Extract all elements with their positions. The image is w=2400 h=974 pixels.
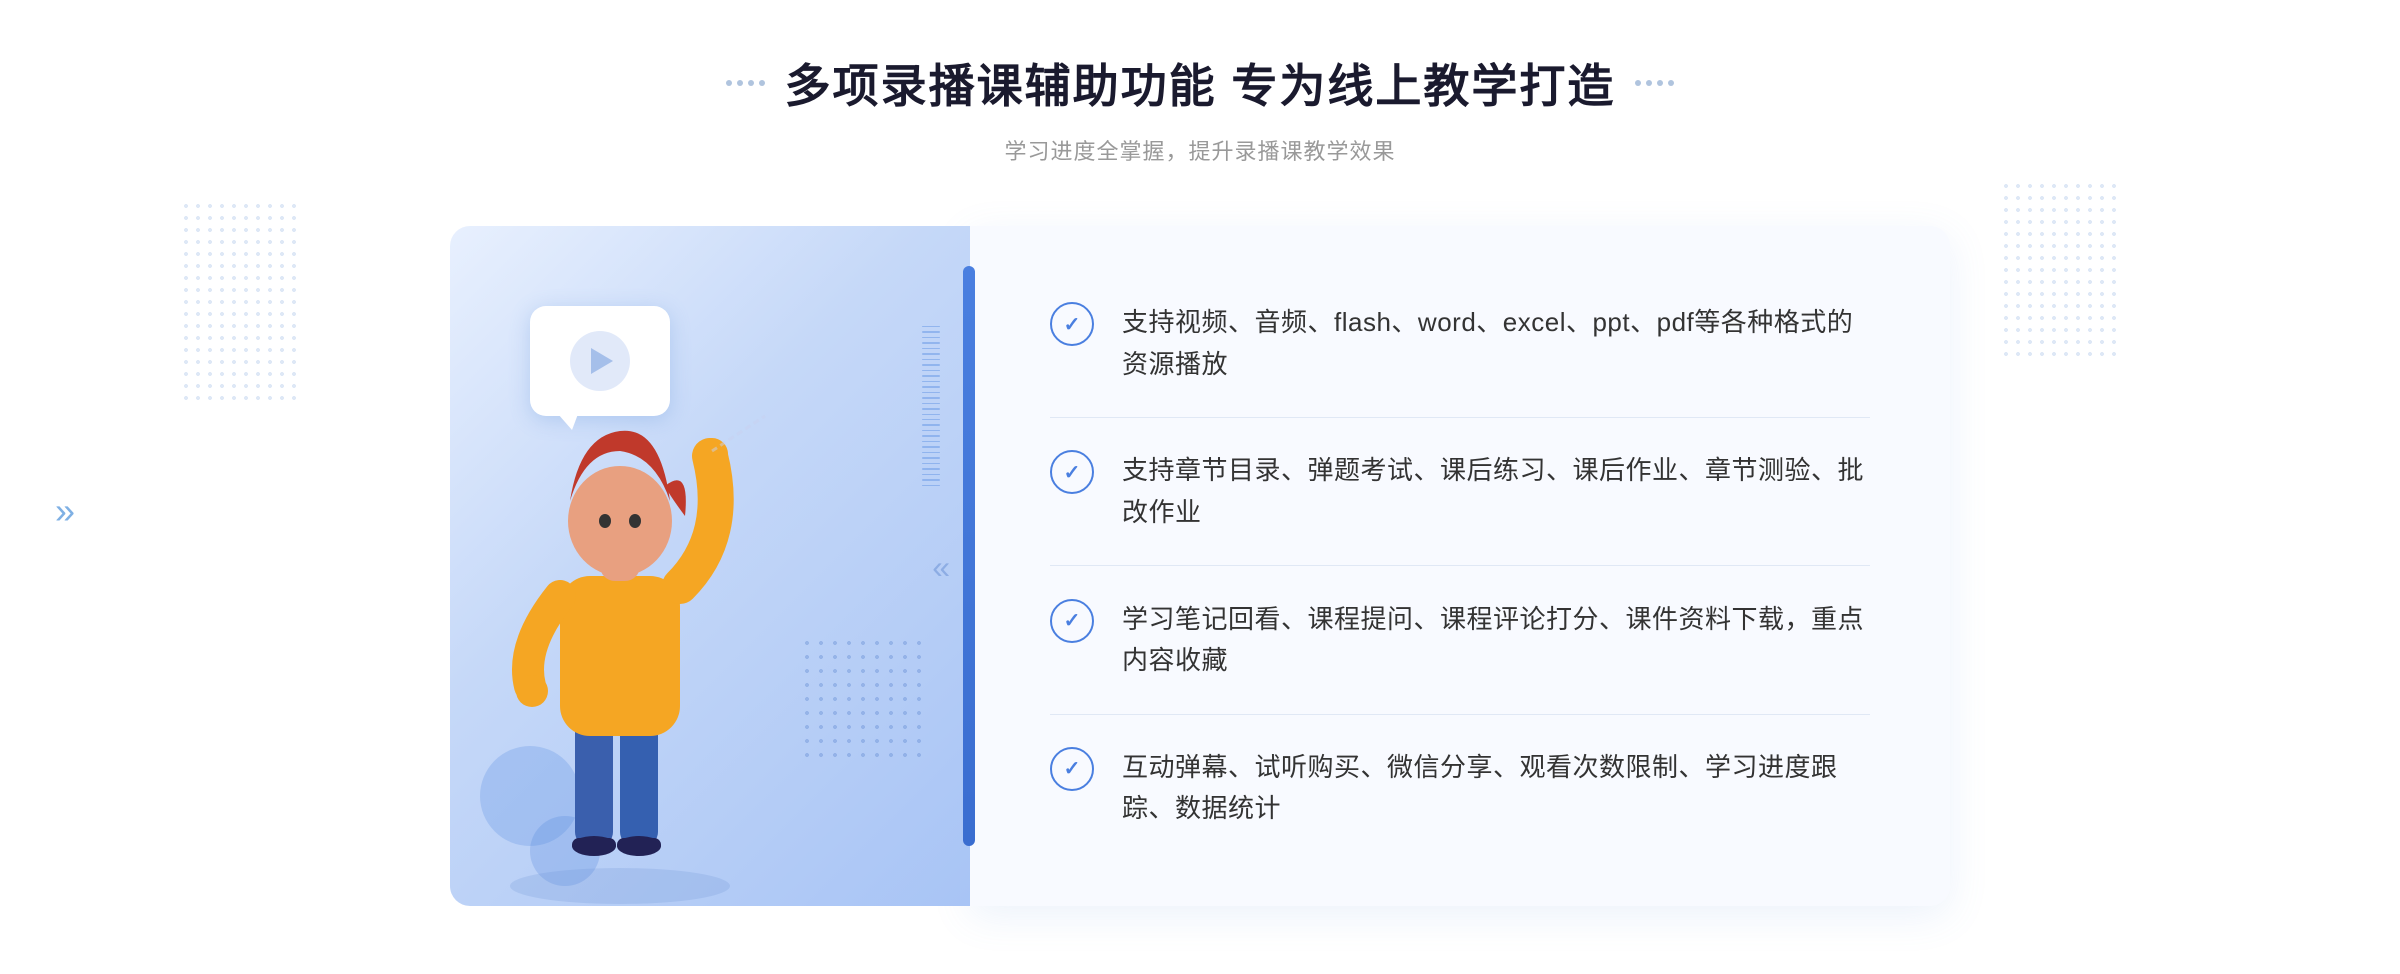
divider-1 xyxy=(1050,417,1870,418)
check-circle-3: ✓ xyxy=(1050,599,1094,643)
dot-6 xyxy=(1646,80,1652,86)
strip-line xyxy=(922,348,940,349)
bg-dots-left xyxy=(180,200,300,400)
check-circle-1: ✓ xyxy=(1050,302,1094,346)
title-dots-right xyxy=(1635,80,1674,86)
person-illustration xyxy=(470,356,770,906)
strip-line xyxy=(922,408,940,409)
page-subtitle: 学习进度全掌握，提升录播课教学效果 xyxy=(726,134,1675,166)
strip-line xyxy=(922,485,940,486)
strip-line xyxy=(922,463,940,464)
check-mark-icon: ✓ xyxy=(1064,460,1081,485)
feature-text-4: 互动弹幕、试听购买、微信分享、观看次数限制、学习进度跟踪、数据统计 xyxy=(1122,747,1870,830)
strip-line xyxy=(922,457,940,458)
page-title: 多项录播课辅助功能 专为线上教学打造 xyxy=(785,50,1616,116)
strip-line xyxy=(922,435,940,436)
dot-2 xyxy=(737,80,743,86)
strip-line xyxy=(922,331,940,332)
check-mark-icon: ✓ xyxy=(1064,608,1081,633)
strip-line xyxy=(922,419,940,420)
strip-line xyxy=(922,468,940,469)
check-mark-icon: ✓ xyxy=(1064,756,1081,781)
divider-2 xyxy=(1050,565,1870,566)
dots-pattern xyxy=(800,636,930,766)
strip-line xyxy=(922,430,940,431)
feature-text-3: 学习笔记回看、课程提问、课程评论打分、课件资料下载，重点内容收藏 xyxy=(1122,599,1870,682)
strip-line xyxy=(922,370,940,371)
strip-line xyxy=(922,446,940,447)
illus-chevrons-icon: « xyxy=(932,549,950,586)
dot-5 xyxy=(1635,80,1641,86)
strip-line xyxy=(922,364,940,365)
strip-line xyxy=(922,414,940,415)
title-dots-left xyxy=(726,80,765,86)
strip-line xyxy=(922,424,940,425)
feature-text-2: 支持章节目录、弹题考试、课后练习、课后作业、章节测验、批改作业 xyxy=(1122,450,1870,533)
feature-item-2: ✓ 支持章节目录、弹题考试、课后练习、课后作业、章节测验、批改作业 xyxy=(1050,430,1870,553)
strip-line xyxy=(922,326,940,327)
strip-line xyxy=(922,342,940,343)
accent-bar xyxy=(963,266,975,846)
strip-line xyxy=(922,397,940,398)
strip-line xyxy=(922,474,940,475)
strip-line xyxy=(922,337,940,338)
bg-dots-right xyxy=(2000,180,2120,360)
strip-line xyxy=(922,386,940,387)
page-container: » 多项录播课辅助功能 专为线上教学打造 学习进度全掌握，提升录播课教学效果 xyxy=(0,0,2400,974)
strip-line xyxy=(922,403,940,404)
illustration-area: « xyxy=(450,226,970,906)
header-section: 多项录播课辅助功能 专为线上教学打造 学习进度全掌握，提升录播课教学效果 xyxy=(726,50,1675,166)
feature-text-1: 支持视频、音频、flash、word、excel、ppt、pdf等各种格式的资源… xyxy=(1122,302,1870,385)
strip-line xyxy=(922,375,940,376)
feature-item-1: ✓ 支持视频、音频、flash、word、excel、ppt、pdf等各种格式的… xyxy=(1050,282,1870,405)
features-card: ✓ 支持视频、音频、flash、word、excel、ppt、pdf等各种格式的… xyxy=(970,226,1950,906)
check-circle-2: ✓ xyxy=(1050,450,1094,494)
strip-line xyxy=(922,353,940,354)
check-mark-icon: ✓ xyxy=(1064,312,1081,337)
strip-line xyxy=(922,381,940,382)
strip-line xyxy=(922,392,940,393)
strip-line xyxy=(922,452,940,453)
title-row: 多项录播课辅助功能 专为线上教学打造 xyxy=(726,50,1675,116)
strip-line xyxy=(922,441,940,442)
divider-3 xyxy=(1050,714,1870,715)
dot-3 xyxy=(748,80,754,86)
chevron-left-icon: » xyxy=(55,490,75,532)
strip-line xyxy=(922,359,940,360)
main-content: « xyxy=(450,226,1950,906)
strip-line xyxy=(922,479,940,480)
dot-1 xyxy=(726,80,732,86)
feature-item-4: ✓ 互动弹幕、试听购买、微信分享、观看次数限制、学习进度跟踪、数据统计 xyxy=(1050,727,1870,850)
dot-7 xyxy=(1657,80,1663,86)
feature-item-3: ✓ 学习笔记回看、课程提问、课程评论打分、课件资料下载，重点内容收藏 xyxy=(1050,579,1870,702)
check-circle-4: ✓ xyxy=(1050,747,1094,791)
dot-8 xyxy=(1668,80,1674,86)
dot-4 xyxy=(759,80,765,86)
deco-strip xyxy=(922,326,940,486)
